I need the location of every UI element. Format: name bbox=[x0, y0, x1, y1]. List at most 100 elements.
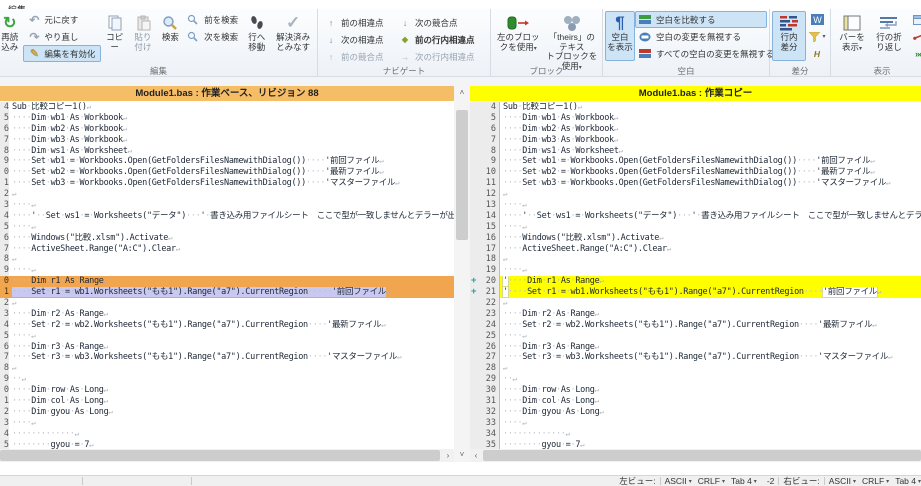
code-line[interactable]: 32····Dim·gyou·As·Long↵ bbox=[470, 407, 921, 418]
code-line[interactable]: 26····Dim·r3·As·Range↵ bbox=[470, 342, 921, 353]
code-line[interactable]: 0····Dim·r1·As·Range↵ bbox=[0, 276, 454, 287]
prev-conflict-button[interactable]: ↑ 前の競合点 bbox=[320, 48, 394, 65]
code-line[interactable]: 1····Set·r1·=·wb1.Worksheets("もも1").Rang… bbox=[0, 287, 454, 298]
code-line[interactable]: 30····Dim·row·As·Long↵ bbox=[470, 385, 921, 396]
code-line[interactable]: 4·············↵ bbox=[0, 429, 454, 440]
find-next-button[interactable]: 次を検索 bbox=[183, 28, 242, 45]
code-line[interactable]: 24····Set·r2·=·wb2.Worksheets("もも1").Ran… bbox=[470, 320, 921, 331]
code-line[interactable]: 28↵ bbox=[470, 363, 921, 374]
code-line[interactable]: 0····Set·wb2·=·Workbooks.Open(GetFolders… bbox=[0, 167, 454, 178]
code-line[interactable]: +20'····Dim·r1·As·Range↵ bbox=[470, 276, 921, 287]
code-line[interactable]: 33····↵ bbox=[470, 418, 921, 429]
vscroll-up-arrow[interactable]: ˄ bbox=[454, 86, 470, 100]
code-line[interactable]: 34·············↵ bbox=[470, 429, 921, 440]
code-line[interactable]: 11····Set·wb3·=·Workbooks.Open(GetFolder… bbox=[470, 178, 921, 189]
vscroll-thumb[interactable] bbox=[456, 110, 468, 240]
code-line[interactable]: 25····↵ bbox=[470, 331, 921, 342]
left-view-eol-dropdown[interactable]: CRLF▾ bbox=[698, 476, 725, 486]
compare-whitespace-button[interactable]: 空白を比較する bbox=[635, 11, 767, 28]
vscroll-down-arrow[interactable]: ˅ bbox=[454, 448, 470, 462]
collapse-button[interactable]: »« bbox=[907, 45, 921, 62]
code-line[interactable]: 3····Dim·r2·As·Range↵ bbox=[0, 309, 454, 320]
inline-diff-button[interactable]: 行内 差分 bbox=[772, 11, 806, 61]
code-line[interactable]: 6····Dim·wb2·As·Workbook↵ bbox=[0, 124, 454, 135]
left-horizontal-scrollbar[interactable]: › bbox=[0, 449, 454, 462]
code-line[interactable]: 4····'··Set·ws1·=·Worksheets("データ")···'·… bbox=[0, 211, 454, 222]
right-code-editor[interactable]: 4Sub·比較コピー1()↵5····Dim·wb1·As·Workbook↵6… bbox=[470, 101, 921, 449]
right-view-eol-dropdown[interactable]: CRLF▾ bbox=[862, 476, 889, 486]
right-horizontal-scrollbar[interactable]: ‹ bbox=[470, 449, 921, 462]
code-line[interactable]: 16····Windows("比較.xlsm").Activate↵ bbox=[470, 233, 921, 244]
code-line[interactable]: 17····ActiveSheet.Range("A:C").Clear↵ bbox=[470, 244, 921, 255]
code-line[interactable]: 15····↵ bbox=[470, 222, 921, 233]
left-hscroll-right-arrow[interactable]: › bbox=[442, 449, 454, 462]
code-line[interactable]: 5····↵ bbox=[0, 222, 454, 233]
code-line[interactable]: 2↵ bbox=[0, 189, 454, 200]
enable-edit-button[interactable]: ✎ 編集を有効化 bbox=[23, 45, 100, 62]
code-line[interactable]: 4Sub·比較コピー1()↵ bbox=[0, 102, 454, 113]
code-line[interactable]: 7····ActiveSheet.Range("A:C").Clear↵ bbox=[0, 244, 454, 255]
code-line[interactable]: 6····Dim·r3·As·Range↵ bbox=[0, 342, 454, 353]
find-prev-button[interactable]: 前を検索 bbox=[183, 11, 242, 28]
code-line[interactable]: 12↵ bbox=[470, 189, 921, 200]
copy-button[interactable]: コピー bbox=[101, 11, 128, 54]
case-sensitive-button[interactable]: H bbox=[806, 45, 828, 62]
next-conflict-button[interactable]: ↓ 次の競合点 bbox=[394, 14, 488, 31]
code-line[interactable]: 5········gyou·=·7↵ bbox=[0, 440, 454, 449]
show-bars-button[interactable]: バーを 表示▾ bbox=[833, 11, 871, 56]
code-line[interactable]: 18↵ bbox=[470, 254, 921, 265]
code-line[interactable]: 35········gyou·=·7↵ bbox=[470, 440, 921, 449]
code-line[interactable]: 14····'··Set·ws1·=·Worksheets("データ")···'… bbox=[470, 211, 921, 222]
code-line[interactable]: 19····↵ bbox=[470, 265, 921, 276]
left-view-encoding-dropdown[interactable]: ASCII▾ bbox=[665, 476, 692, 486]
code-line[interactable]: 8↵ bbox=[0, 363, 454, 374]
left-view-tab-dropdown[interactable]: Tab 4▾ bbox=[731, 476, 757, 486]
prev-diff-button[interactable]: ↑ 前の相違点 bbox=[320, 14, 394, 31]
left-code-editor[interactable]: 4Sub·比較コピー1()↵5····Dim·wb1·As·Workbook↵6… bbox=[0, 101, 454, 449]
next-diff-button[interactable]: ↓ 次の相違点 bbox=[320, 31, 394, 48]
code-line[interactable]: 3····↵ bbox=[0, 418, 454, 429]
ignore-all-whitespace-button[interactable]: すべての空白の変更を無視する bbox=[635, 45, 767, 62]
code-line[interactable]: 3····↵ bbox=[0, 200, 454, 211]
code-line[interactable]: 7····Dim·wb3·As·Workbook↵ bbox=[0, 135, 454, 146]
left-vertical-scrollbar[interactable]: ˄ ˅ bbox=[454, 86, 470, 462]
view-window-button[interactable] bbox=[907, 11, 921, 28]
word-diff-button[interactable]: W bbox=[806, 11, 828, 28]
code-line[interactable]: 6····Windows("比較.xlsm").Activate↵ bbox=[0, 233, 454, 244]
code-line[interactable]: 8····Dim·ws1·As·Worksheet↵ bbox=[0, 146, 454, 157]
code-line[interactable]: 8····Dim·ws1·As·Worksheet↵ bbox=[470, 146, 921, 157]
code-line[interactable]: 29··↵ bbox=[470, 374, 921, 385]
code-line[interactable]: 8↵ bbox=[0, 254, 454, 265]
ignore-whitespace-change-button[interactable]: 空白の変更を無視する bbox=[635, 28, 767, 45]
right-view-encoding-dropdown[interactable]: ASCII▾ bbox=[829, 476, 856, 486]
code-line[interactable]: 27····Set·r3·=·wb3.Worksheets("もも1").Ran… bbox=[470, 352, 921, 363]
code-line[interactable]: 0····Dim·row·As·Long↵ bbox=[0, 385, 454, 396]
code-line[interactable]: 4····Set·r2·=·wb2.Worksheets("もも1").Rang… bbox=[0, 320, 454, 331]
code-line[interactable]: 7····Set·r3·=·wb3.Worksheets("もも1").Rang… bbox=[0, 352, 454, 363]
show-whitespace-button[interactable]: ¶ 空白 を表示 bbox=[605, 11, 635, 61]
find-button[interactable]: 検索 bbox=[158, 11, 184, 45]
mark-resolved-button[interactable]: ✓ 解決済み とみなす bbox=[271, 11, 315, 54]
goto-line-button[interactable]: 行へ移動 bbox=[242, 11, 271, 54]
sync-link-button[interactable] bbox=[907, 28, 921, 45]
code-line[interactable]: 13····↵ bbox=[470, 200, 921, 211]
code-line[interactable]: 23····Dim·r2·As·Range↵ bbox=[470, 309, 921, 320]
prev-inline-diff-button[interactable]: ◆ 前の行内相違点 bbox=[394, 31, 488, 48]
word-wrap-button[interactable]: 行の折 り返し bbox=[871, 11, 907, 54]
code-line[interactable]: 9····↵ bbox=[0, 265, 454, 276]
undo-button[interactable]: ↶ 元に戻す bbox=[23, 11, 100, 28]
redo-button[interactable]: ↷ やり直し bbox=[23, 28, 100, 45]
use-left-block-button[interactable]: 左のブロッ クを使用▾ bbox=[493, 11, 544, 56]
code-line[interactable]: 5····Dim·wb1·As·Workbook↵ bbox=[0, 113, 454, 124]
reload-button[interactable]: ↻ 再読込み bbox=[0, 11, 23, 54]
code-line[interactable]: 4Sub·比較コピー1()↵ bbox=[470, 102, 921, 113]
code-line[interactable]: 5····Dim·wb1·As·Workbook↵ bbox=[470, 113, 921, 124]
next-inline-diff-button[interactable]: → 次の行内相違点 bbox=[394, 48, 488, 65]
code-line[interactable]: 31····Dim·col·As·Long↵ bbox=[470, 396, 921, 407]
left-hscroll-thumb[interactable] bbox=[0, 450, 440, 461]
code-line[interactable]: 9····Set·wb1·=·Workbooks.Open(GetFolders… bbox=[470, 156, 921, 167]
code-line[interactable]: 22↵ bbox=[470, 298, 921, 309]
paste-button[interactable]: 貼り付け bbox=[128, 11, 157, 54]
code-line[interactable]: 1····Dim·col·As·Long↵ bbox=[0, 396, 454, 407]
code-line[interactable]: 10····Set·wb2·=·Workbooks.Open(GetFolder… bbox=[470, 167, 921, 178]
